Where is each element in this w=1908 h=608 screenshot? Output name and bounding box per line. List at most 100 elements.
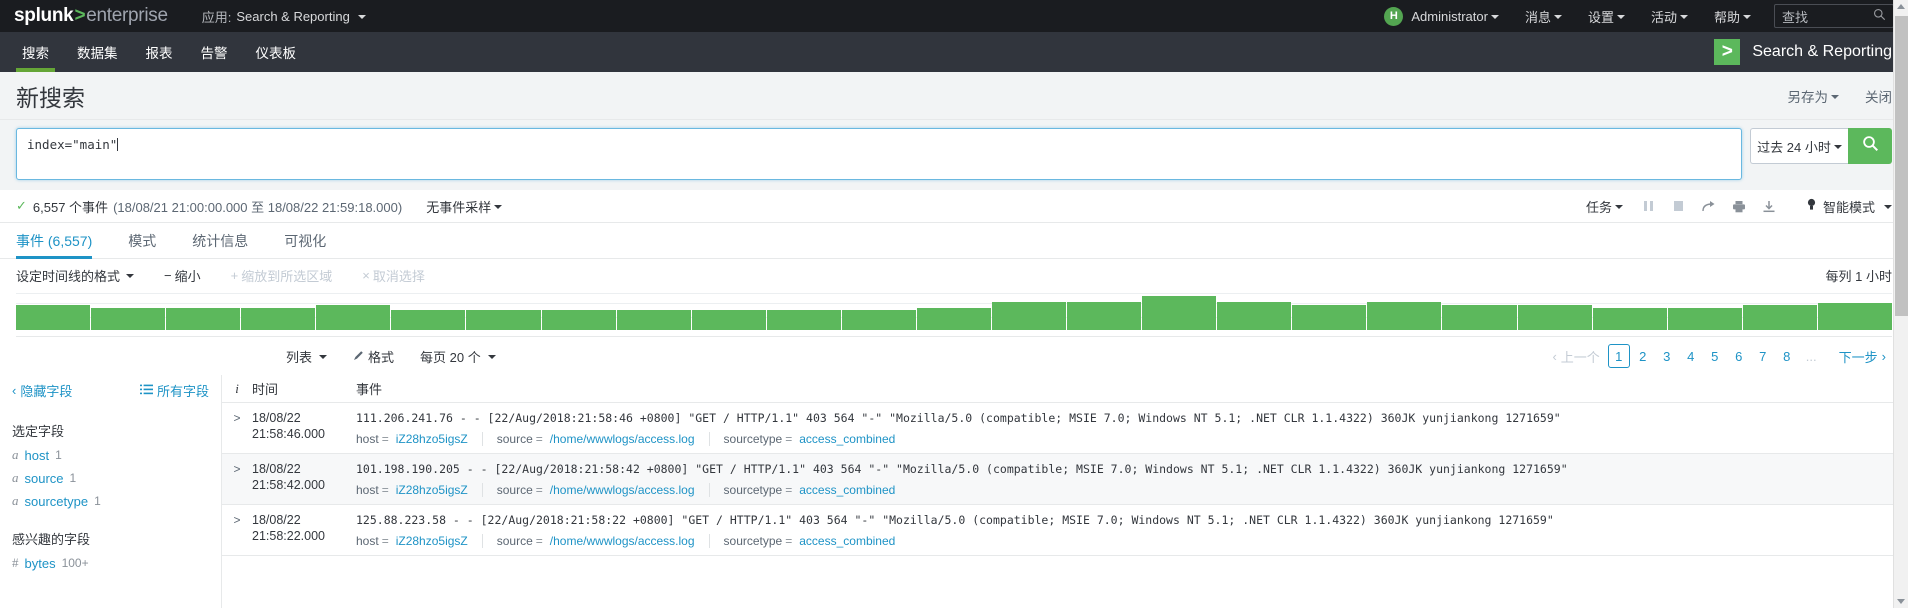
timeline-bar[interactable] — [1742, 305, 1817, 330]
timeline-bar[interactable] — [1142, 295, 1217, 330]
pagination-page-6[interactable]: 6 — [1728, 344, 1750, 368]
messages-menu[interactable]: 消息 — [1512, 0, 1575, 32]
event-field-source-value[interactable]: /home/wwwlogs/access.log — [550, 534, 695, 548]
user-menu[interactable]: Administrator — [1411, 0, 1512, 32]
current-app-badge[interactable]: > Search & Reporting — [1714, 32, 1908, 72]
table-row[interactable]: > 18/08/22 21:58:42.000 101.198.190.205 … — [222, 454, 1908, 505]
event-field-source[interactable]: source =/home/wwwlogs/access.log — [497, 432, 710, 446]
avatar[interactable]: H — [1384, 6, 1404, 26]
timeline-chart[interactable] — [16, 291, 1892, 337]
timeline-bar[interactable] — [1592, 308, 1667, 330]
search-query-input[interactable]: index="main" — [16, 128, 1742, 180]
timeline-bar[interactable] — [766, 310, 841, 330]
sidebar-field-bytes[interactable]: # bytes 100+ — [12, 555, 209, 571]
nav-item-alerts[interactable]: 告警 — [187, 32, 242, 72]
nav-item-dashboards[interactable]: 仪表板 — [242, 32, 311, 72]
pagination-next[interactable]: 下一步 › — [1825, 344, 1892, 368]
settings-menu[interactable]: 设置 — [1575, 0, 1638, 32]
event-field-host-value[interactable]: iZ28hzo5igsZ — [396, 432, 468, 446]
timeline-bar[interactable] — [616, 310, 691, 330]
sidebar-field-host[interactable]: a host 1 — [12, 447, 209, 463]
sidebar-field-source[interactable]: a source 1 — [12, 470, 209, 486]
pause-icon[interactable] — [1634, 193, 1664, 219]
pagination-page-5[interactable]: 5 — [1704, 344, 1726, 368]
pagination-page-2[interactable]: 2 — [1632, 344, 1654, 368]
event-field-host[interactable]: host = iZ28hzo5igsZ — [356, 534, 483, 548]
timeline-bar[interactable] — [241, 308, 316, 330]
event-field-source[interactable]: source =/home/wwwlogs/access.log — [497, 483, 710, 497]
column-header-event[interactable]: 事件 — [356, 379, 1908, 398]
nav-item-search[interactable]: 搜索 — [8, 32, 63, 72]
pagination-page-1[interactable]: 1 — [1607, 344, 1630, 368]
event-field-host-value[interactable]: iZ28hzo5igsZ — [396, 483, 468, 497]
timeline-bar[interactable] — [1217, 302, 1292, 330]
timeline-bar[interactable] — [166, 308, 241, 330]
run-search-button[interactable] — [1848, 128, 1892, 164]
event-field-host[interactable]: host = iZ28hzo5igsZ — [356, 432, 483, 446]
event-field-sourcetype[interactable]: sourcetype = access_combined — [724, 534, 910, 548]
hide-fields-button[interactable]: ‹ 隐藏字段 — [12, 381, 72, 400]
format-results-button[interactable]: 格式 — [353, 347, 394, 366]
time-range-picker[interactable]: 过去 24 小时 — [1750, 128, 1848, 164]
timeline-bar[interactable] — [1817, 302, 1892, 330]
timeline-bar[interactable] — [916, 308, 992, 330]
event-field-host-value[interactable]: iZ28hzo5igsZ — [396, 534, 468, 548]
event-field-host[interactable]: host = iZ28hzo5igsZ — [356, 483, 483, 497]
event-field-source-value[interactable]: /home/wwwlogs/access.log — [550, 432, 695, 446]
timeline-bar[interactable] — [1442, 305, 1517, 330]
table-row[interactable]: > 18/08/22 21:58:46.000 111.206.241.76 -… — [222, 403, 1908, 454]
timeline-bar[interactable] — [541, 310, 616, 330]
scrollbar-thumb[interactable] — [1895, 16, 1908, 316]
nav-item-datasets[interactable]: 数据集 — [63, 32, 132, 72]
activity-menu[interactable]: 活动 — [1638, 0, 1701, 32]
event-sampling-selector[interactable]: 无事件采样 — [426, 197, 503, 216]
expand-row-icon[interactable]: > — [222, 461, 252, 497]
page-scrollbar[interactable] — [1893, 0, 1908, 608]
event-field-source[interactable]: source =/home/wwwlogs/access.log — [497, 534, 710, 548]
table-row[interactable]: > 18/08/22 21:58:22.000 125.88.223.58 - … — [222, 505, 1908, 556]
global-search-input[interactable]: 查找 — [1774, 4, 1894, 28]
tab-statistics[interactable]: 统计信息 — [192, 223, 264, 258]
timeline-bar[interactable] — [992, 302, 1067, 330]
zoom-out-button[interactable]: − 缩小 — [164, 266, 201, 285]
timeline-bar[interactable] — [16, 305, 91, 330]
timeline-bar[interactable] — [1067, 302, 1142, 330]
print-icon[interactable] — [1724, 193, 1754, 219]
timeline-bar[interactable] — [1517, 305, 1592, 330]
event-field-sourcetype[interactable]: sourcetype = access_combined — [724, 432, 910, 446]
tab-patterns[interactable]: 模式 — [128, 223, 172, 258]
export-icon[interactable] — [1754, 193, 1784, 219]
event-field-sourcetype-value[interactable]: access_combined — [799, 432, 895, 446]
event-field-sourcetype-value[interactable]: access_combined — [799, 483, 895, 497]
app-selector[interactable]: 应用: Search & Reporting — [202, 7, 366, 26]
expand-row-icon[interactable]: > — [222, 512, 252, 548]
pagination-page-7[interactable]: 7 — [1752, 344, 1774, 368]
timeline-bar[interactable] — [91, 308, 166, 330]
event-field-sourcetype[interactable]: sourcetype = access_combined — [724, 483, 910, 497]
timeline-bar[interactable] — [466, 310, 541, 330]
timeline-bar[interactable] — [691, 310, 766, 330]
timeline-bar[interactable] — [316, 305, 391, 330]
column-header-time[interactable]: 时间 — [252, 379, 356, 398]
pagination-page-3[interactable]: 3 — [1656, 344, 1678, 368]
share-icon[interactable] — [1694, 193, 1724, 219]
per-page-selector[interactable]: 每页 20 个 — [420, 347, 496, 366]
all-fields-button[interactable]: 所有字段 — [139, 381, 209, 400]
splunk-logo[interactable]: splunk > enterprise — [14, 5, 168, 27]
search-mode-selector[interactable]: 智能模式 — [1784, 197, 1892, 216]
sidebar-field-sourcetype[interactable]: a sourcetype 1 — [12, 493, 209, 509]
tab-events[interactable]: 事件 (6,557) — [16, 223, 108, 259]
scroll-down-icon[interactable] — [1897, 599, 1905, 604]
job-menu-button[interactable]: 任务 — [1575, 190, 1634, 223]
format-timeline-button[interactable]: 设定时间线的格式 — [16, 266, 135, 285]
event-field-source-value[interactable]: /home/wwwlogs/access.log — [550, 483, 695, 497]
close-button[interactable]: 关闭 — [1865, 86, 1892, 106]
event-field-sourcetype-value[interactable]: access_combined — [799, 534, 895, 548]
timeline-bar[interactable] — [1292, 305, 1367, 330]
list-mode-selector[interactable]: 列表 — [286, 347, 328, 366]
scroll-up-icon[interactable] — [1897, 4, 1905, 9]
pagination-page-4[interactable]: 4 — [1680, 344, 1702, 368]
timeline-bar[interactable] — [1667, 308, 1742, 330]
stop-icon[interactable] — [1664, 193, 1694, 219]
save-as-button[interactable]: 另存为 — [1788, 86, 1839, 106]
